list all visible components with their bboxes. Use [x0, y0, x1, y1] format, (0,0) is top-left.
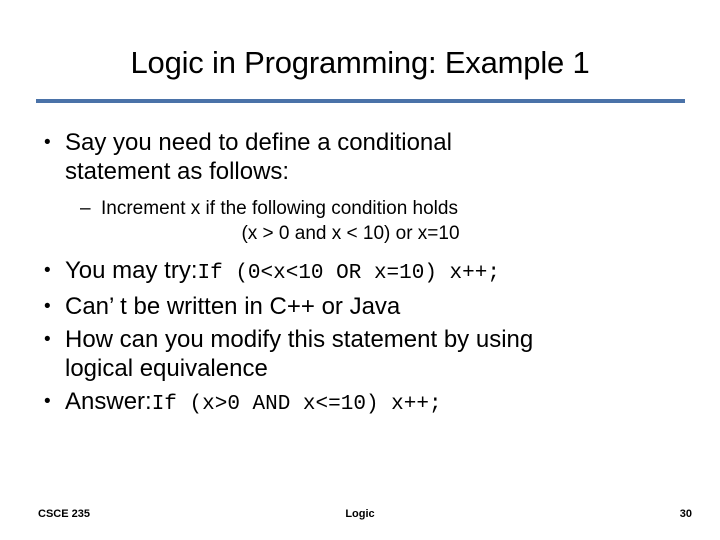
bullet-item-1: • Say you need to define a conditional s… — [0, 128, 720, 186]
bullet-2-label: You may try: — [65, 257, 198, 284]
bullet-5-label: Answer: — [65, 388, 152, 415]
slide: Logic in Programming: Example 1 • Say yo… — [0, 0, 720, 540]
bullet-item-3: • Can’ t be written in C++ or Java — [0, 292, 720, 321]
sub-bullet-item-1: – Increment x if the following condition… — [0, 196, 720, 221]
page-title: Logic in Programming: Example 1 — [130, 45, 590, 80]
slide-body: • Say you need to define a conditional s… — [0, 128, 720, 419]
sub-bullet-1-text: Increment x if the following condition h… — [101, 198, 458, 219]
bullet-marker-icon: • — [44, 260, 51, 281]
bullet-2-row: You may try:If (0<x<10 OR x=10) x++; — [65, 256, 720, 288]
dash-marker-icon: – — [80, 198, 91, 219]
sub-bullet-condition: (x > 0 and x < 10) or x=10 — [241, 223, 460, 244]
footer-topic-label: Logic — [345, 508, 375, 520]
bullet-marker-icon: • — [44, 132, 51, 153]
bullet-1-line-2: statement as follows: — [65, 158, 290, 185]
bullet-marker-icon: • — [44, 296, 51, 317]
bullet-3-text: Can’ t be written in C++ or Java — [65, 293, 401, 320]
bullet-marker-icon: • — [44, 329, 51, 350]
slide-footer: CSCE 235 Logic 30 — [0, 508, 720, 528]
bullet-1-line-1: Say you need to define a conditional — [65, 129, 452, 156]
bullet-item-2: • You may try:If (0<x<10 OR x=10) x++; — [0, 256, 720, 288]
bullet-item-4: • How can you modify this statement by u… — [0, 325, 720, 383]
bullet-5-row: Answer:If (x>0 AND x<=10) x++; — [65, 387, 720, 419]
title-area: Logic in Programming: Example 1 — [0, 44, 720, 82]
bullet-marker-icon: • — [44, 391, 51, 412]
title-divider — [36, 99, 685, 103]
bullet-2-code: If (0<x<10 OR x=10) x++; — [197, 262, 500, 285]
bullet-4-line-1: How can you modify this statement by usi… — [65, 326, 534, 353]
bullet-5-code: If (x>0 AND x<=10) x++; — [151, 393, 442, 416]
bullet-4-line-2: logical equivalence — [65, 355, 268, 382]
bullet-item-5: • Answer:If (x>0 AND x<=10) x++; — [0, 387, 720, 419]
footer-page-number: 30 — [679, 508, 692, 520]
